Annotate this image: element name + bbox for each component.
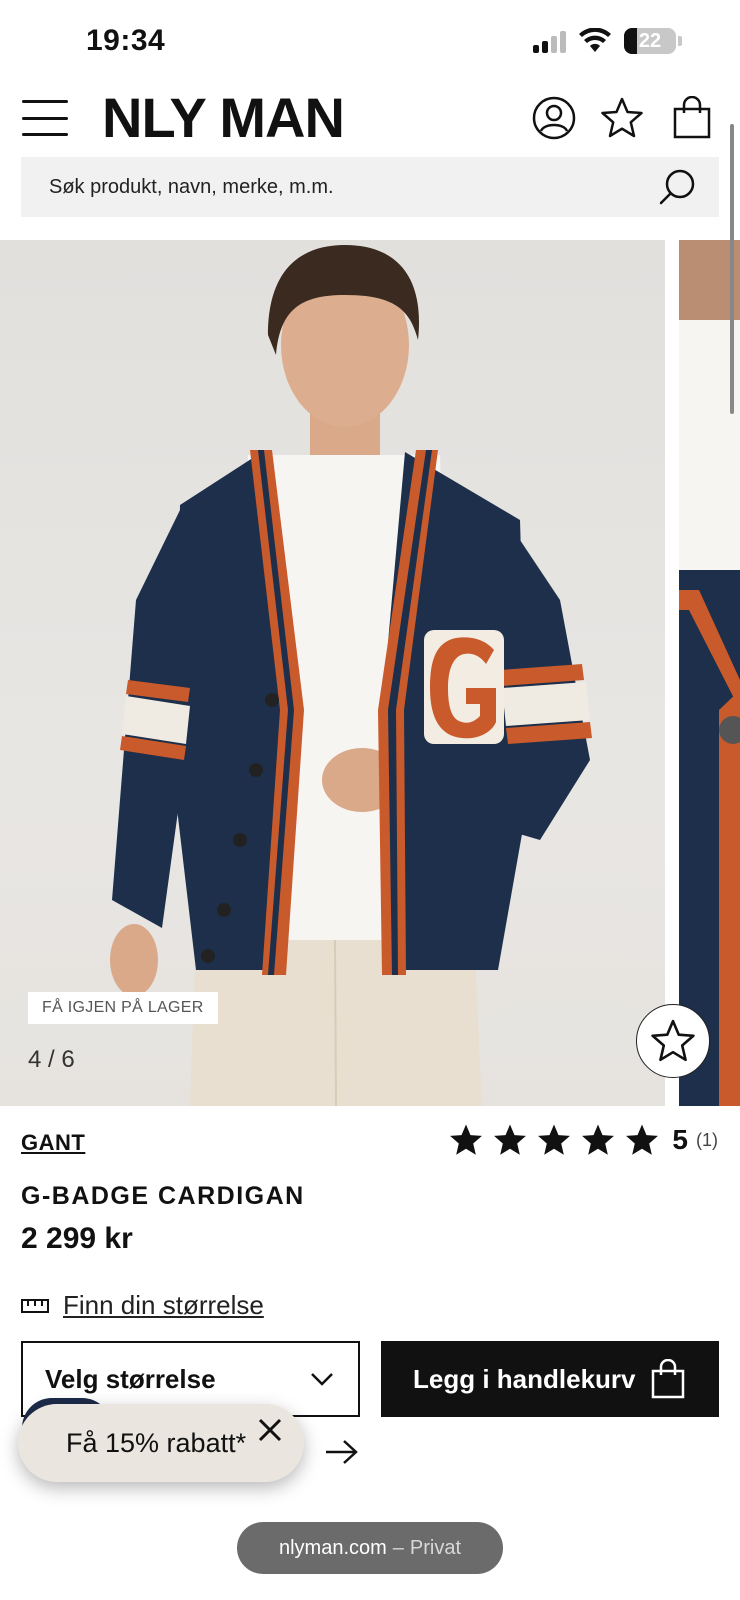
battery-level: 22 (638, 29, 662, 52)
browser-url-pill[interactable]: nlyman.com – Privat (237, 1522, 503, 1574)
model-cardigan-illustration (110, 245, 592, 1106)
product-gallery[interactable]: FÅ IGJEN PÅ LAGER 4 / 6 (0, 240, 740, 1106)
size-guide-label: Finn din størrelse (63, 1290, 264, 1320)
star-filled-icon (494, 1124, 527, 1155)
add-to-cart-label: Legg i handlekurv (413, 1363, 636, 1394)
battery-icon: 22 (624, 28, 682, 54)
url-separator: – (392, 1536, 404, 1559)
discount-promo-label: Få 15% rabatt* (66, 1427, 247, 1458)
star-filled-icon (626, 1124, 659, 1155)
product-price: 2 299 kr (21, 1222, 133, 1255)
site-header: NLY MAN (0, 86, 740, 152)
ruler-icon (21, 1298, 49, 1313)
arrow-right-icon[interactable] (322, 1436, 362, 1468)
rating-count: (1) (696, 1129, 718, 1150)
status-icons: 22 (533, 28, 682, 54)
add-to-wishlist-button[interactable] (636, 1004, 710, 1078)
size-select-label: Velg størrelse (45, 1363, 216, 1394)
url-domain: nlyman.com (278, 1536, 387, 1559)
star-filled-icon (582, 1124, 615, 1155)
product-name: G-BADGE CARDIGAN (21, 1182, 305, 1210)
search-input[interactable] (49, 175, 659, 199)
discount-promo-pill[interactable]: Få 15% rabatt* (18, 1404, 304, 1482)
shopping-bag-icon (651, 1359, 685, 1399)
cellular-signal-icon (533, 29, 566, 53)
page-scrollbar[interactable] (730, 124, 734, 414)
brand-link[interactable]: GANT (21, 1130, 85, 1156)
star-icon (651, 1019, 695, 1062)
status-bar: 19:34 22 (0, 0, 740, 86)
add-to-cart-button[interactable]: Legg i handlekurv (381, 1341, 719, 1417)
star-filled-icon (450, 1124, 483, 1155)
browsing-mode: Privat (409, 1536, 462, 1559)
size-guide-link[interactable]: Finn din størrelse (21, 1290, 264, 1321)
star-filled-icon (538, 1124, 571, 1155)
slide-counter: 4 / 6 (28, 1046, 75, 1073)
status-time: 19:34 (86, 24, 166, 57)
menu-icon[interactable] (22, 100, 68, 136)
wifi-icon (579, 28, 611, 52)
wishlist-star-icon[interactable] (600, 96, 644, 140)
chevron-down-icon (311, 1373, 333, 1386)
search-icon[interactable] (659, 168, 697, 206)
product-image[interactable]: FÅ IGJEN PÅ LAGER 4 / 6 (0, 240, 665, 1106)
restock-badge: FÅ IGJEN PÅ LAGER (28, 992, 218, 1024)
rating-stars (448, 1122, 660, 1158)
account-icon[interactable] (532, 96, 576, 140)
search-bar (21, 157, 719, 217)
rating-value: 5 (672, 1124, 688, 1155)
site-logo[interactable]: NLY MAN (102, 88, 345, 148)
close-icon[interactable] (256, 1416, 284, 1444)
product-rating[interactable]: 5 (1) (448, 1122, 718, 1158)
shopping-bag-icon[interactable] (670, 95, 714, 140)
